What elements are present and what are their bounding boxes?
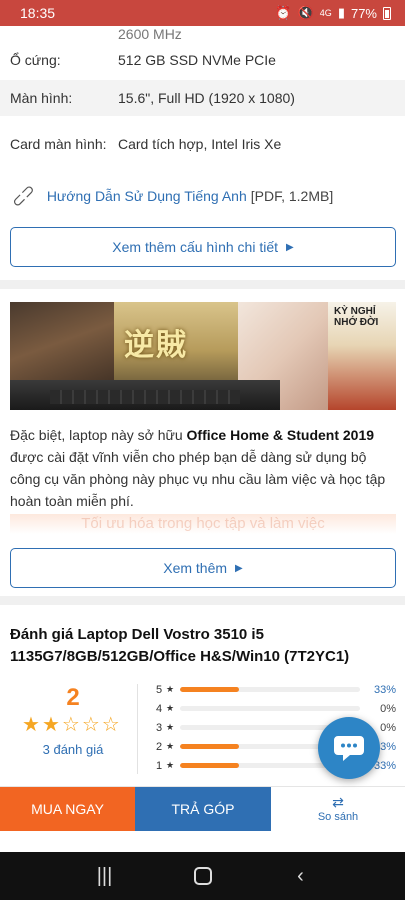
spec-key: Ổ cứng: <box>10 51 61 68</box>
star-icon: ★ <box>166 684 175 694</box>
faded-heading-text: Tối ưu hóa trong học tập và làm việc <box>81 515 325 532</box>
rating-percent: 33% <box>373 759 396 772</box>
network-type: 4G <box>319 8 332 18</box>
status-icons: ⏰ 🔇 4G ▮ 77% <box>275 5 391 21</box>
buy-now-button[interactable]: MUA NGAY <box>0 787 135 831</box>
status-time: 18:35 <box>20 5 56 21</box>
rating-row-5[interactable]: 5 ★ 33% <box>156 680 396 699</box>
installment-button[interactable]: TRẢ GÓP <box>135 787 271 831</box>
office-promo-image: 逆賊 KỲ NGHỈ NHỚ ĐỜI <box>10 302 396 410</box>
star-filled-icon: ★ <box>41 714 60 736</box>
laptop-keyboard-image <box>10 380 280 410</box>
rating-row-4[interactable]: 4 ★ 0% <box>156 699 396 718</box>
chat-support-button[interactable] <box>318 717 380 779</box>
spec-key: Màn hình: <box>10 89 73 106</box>
star-empty-icon: ☆ <box>101 714 120 736</box>
promo-text-bold: Office Home & Student 2019 <box>186 427 375 443</box>
view-more-label: Xem thêm <box>163 560 228 576</box>
rating-percent: 0% <box>380 702 396 715</box>
rating-star-number: 2 <box>156 740 163 753</box>
rating-bar-track <box>180 687 360 692</box>
view-full-config-button[interactable]: Xem thêm cấu hình chi tiết ▶ <box>10 227 396 267</box>
spec-value: 15.6", Full HD (1920 x 1080) <box>118 89 295 106</box>
star-filled-icon: ★ <box>22 714 40 736</box>
promo-text-suffix: được cài đặt vĩnh viễn cho phép bạn dễ d… <box>10 449 386 509</box>
link-icon: ⊂⊃ <box>8 180 40 212</box>
star-icon: ★ <box>166 703 175 713</box>
star-empty-icon: ☆ <box>61 714 80 736</box>
spec-value: 2600 MHz <box>118 26 182 40</box>
section-divider <box>0 280 405 289</box>
back-icon[interactable]: ‹ <box>281 865 321 888</box>
spec-row-screen: Màn hình: 15.6", Full HD (1920 x 1080) <box>0 80 405 116</box>
bottom-action-bar: MUA NGAY TRẢ GÓP ⇄ So sánh <box>0 786 405 831</box>
home-icon[interactable] <box>193 867 212 885</box>
spec-value: 512 GB SSD NVMe PCIe <box>118 51 276 68</box>
star-icon: ★ <box>166 760 175 770</box>
compare-icon: ⇄ <box>332 794 344 810</box>
rating-bar-fill <box>180 687 240 692</box>
compare-label: So sánh <box>317 811 359 823</box>
spec-row-cpu-speed: 2600 MHz <box>0 26 405 40</box>
poster-title: 逆賊 <box>124 328 188 363</box>
rating-bar-fill <box>180 763 240 768</box>
spec-key: Card màn hình: <box>10 135 107 152</box>
rating-star-number: 5 <box>156 683 163 696</box>
compare-button[interactable]: ⇄ So sánh <box>271 787 405 831</box>
rating-stars: ★ ★ ☆ ☆ ☆ <box>22 714 126 736</box>
mute-icon: 🔇 <box>297 5 314 20</box>
caret-right-icon: ▶ <box>286 241 294 253</box>
star-icon: ★ <box>166 722 175 732</box>
spec-row-storage: Ổ cứng: 512 GB SSD NVMe PCIe <box>0 40 405 80</box>
view-full-config-label: Xem thêm cấu hình chi tiết <box>112 239 279 255</box>
movie-poster-image: KỲ NGHỈ NHỚ ĐỜI <box>328 302 396 410</box>
office-promo-text: Đặc biệt, laptop này sở hữu Office Home … <box>10 424 396 512</box>
recent-apps-icon[interactable]: ||| <box>85 865 125 888</box>
poster-title: KỲ NGHỈ NHỚ ĐỜI <box>334 306 379 328</box>
android-nav-bar: ||| ‹ <box>0 852 405 900</box>
rating-star-number: 3 <box>156 721 163 734</box>
rating-percent: 33% <box>373 683 396 696</box>
rating-star-number: 1 <box>156 759 163 772</box>
view-more-button[interactable]: Xem thêm ▶ <box>10 548 396 588</box>
caret-right-icon: ▶ <box>235 562 243 574</box>
star-empty-icon: ☆ <box>81 714 100 736</box>
manual-file-meta: [PDF, 1.2MB] <box>250 188 334 204</box>
review-section-title: Đánh giá Laptop Dell Vostro 3510 i5 1135… <box>10 626 350 665</box>
rating-percent: 0% <box>380 721 396 734</box>
manual-link-text[interactable]: Hướng Dẫn Sử Dụng Tiếng Anh <box>47 188 247 204</box>
manual-download-link[interactable]: ⊂⊃ Hướng Dẫn Sử Dụng Tiếng Anh [PDF, 1.2… <box>8 181 400 212</box>
rating-divider <box>137 684 138 774</box>
promo-text-prefix: Đặc biệt, laptop này sở hữu <box>10 427 187 443</box>
spec-table: 2600 MHz Ổ cứng: 512 GB SSD NVMe PCIe Mà… <box>0 26 405 172</box>
battery-icon <box>383 6 391 20</box>
average-rating: 2 <box>66 684 80 711</box>
signal-icon: ▮ <box>337 5 345 20</box>
product-detail-screen: 18:35 ⏰ 🔇 4G ▮ 77% 2600 MHz Ổ cứng: 512 … <box>0 0 405 900</box>
section-divider <box>0 596 405 605</box>
chat-bubble-icon <box>334 736 364 761</box>
spec-value: Card tích hợp, Intel Iris Xe <box>118 135 282 152</box>
alarm-icon: ⏰ <box>275 5 292 20</box>
spec-row-graphics: Card màn hình: Card tích hợp, Intel Iris… <box>0 116 405 172</box>
rating-star-number: 4 <box>156 702 163 715</box>
rating-bar-fill <box>180 744 240 749</box>
faded-section-heading: Tối ưu hóa trong học tập và làm việc <box>10 514 396 534</box>
status-bar: 18:35 ⏰ 🔇 4G ▮ 77% <box>0 0 405 26</box>
rating-bar-track <box>180 706 360 711</box>
laptop-keys <box>50 390 240 404</box>
star-icon: ★ <box>166 741 175 751</box>
battery-percent: 77% <box>350 5 377 21</box>
review-count-link[interactable]: 3 đánh giá <box>18 742 128 757</box>
